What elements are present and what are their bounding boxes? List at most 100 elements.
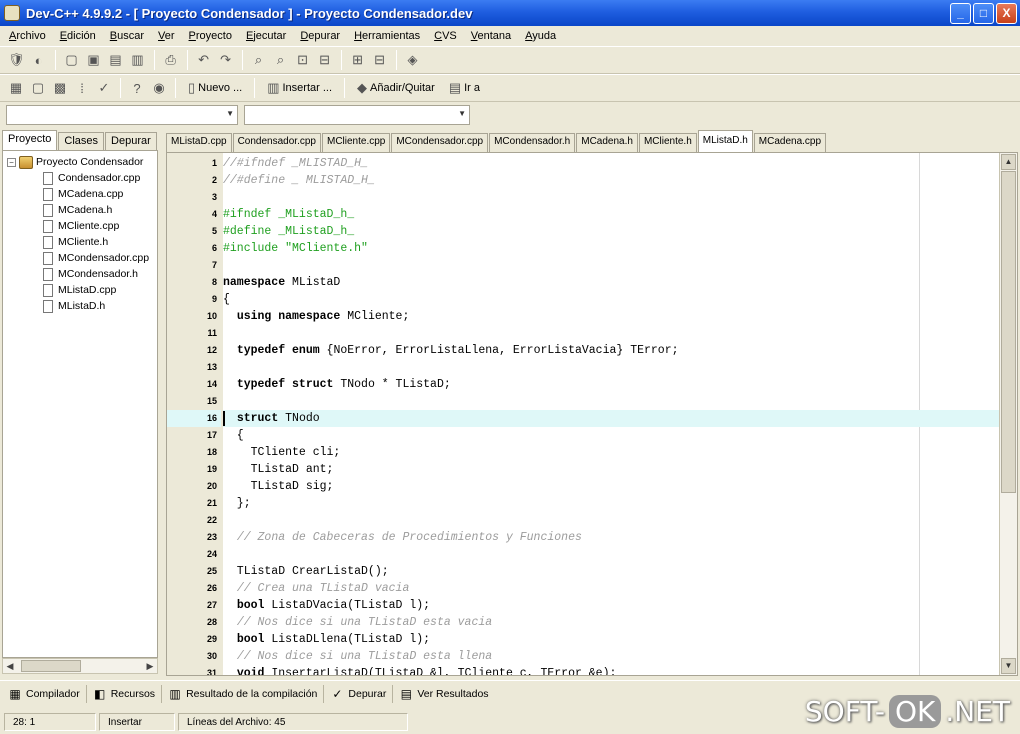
code-line[interactable]: //#ifndef _MLISTAD_H_ bbox=[223, 155, 999, 172]
menu-buscar[interactable]: Buscar bbox=[103, 30, 151, 42]
find-next-icon[interactable]: ⌕ bbox=[271, 49, 291, 71]
tree-file[interactable]: MCliente.h bbox=[3, 234, 157, 250]
code-line[interactable]: typedef enum {NoError, ErrorListaLlena, … bbox=[223, 342, 999, 359]
tree-file[interactable]: MCliente.cpp bbox=[3, 218, 157, 234]
find-icon[interactable]: ⌕ bbox=[249, 49, 269, 71]
code-area[interactable]: //#ifndef _MLISTAD_H_ //#define _ MLISTAD… bbox=[223, 153, 999, 675]
compile-icon[interactable]: ▦ bbox=[6, 77, 26, 99]
close-file-icon[interactable]: ▥ bbox=[128, 49, 148, 71]
tree-file[interactable]: MCondensador.h bbox=[3, 266, 157, 282]
code-line[interactable]: TListaD CrearListaD(); bbox=[223, 563, 999, 580]
help-icon[interactable]: ? bbox=[127, 77, 147, 99]
anadir-quitar-button[interactable]: ◆ Añadir/Quitar bbox=[351, 77, 441, 99]
tree-hscrollbar[interactable]: ◀ ▶ bbox=[2, 658, 158, 674]
menu-archivo[interactable]: Archivo bbox=[2, 30, 53, 42]
code-line[interactable]: //#define _ MLISTAD_H_ bbox=[223, 172, 999, 189]
new-file-icon[interactable]: ▢ bbox=[62, 49, 82, 71]
code-line[interactable]: bool ListaDLlena(TListaD l); bbox=[223, 631, 999, 648]
scroll-down-icon[interactable]: ▼ bbox=[1001, 658, 1016, 674]
menu-proyecto[interactable]: Proyecto bbox=[182, 30, 239, 42]
ir-a-button[interactable]: ▤ Ir a bbox=[443, 77, 486, 99]
open-project-icon[interactable]: ◐ bbox=[29, 49, 49, 71]
tree-file[interactable]: MListaD.cpp bbox=[3, 282, 157, 298]
maximize-button[interactable]: □ bbox=[973, 2, 994, 24]
menu-ayuda[interactable]: Ayuda bbox=[518, 30, 563, 42]
code-line[interactable]: }; bbox=[223, 495, 999, 512]
tab-depurar[interactable]: Depurar bbox=[105, 132, 157, 150]
code-line[interactable]: // Zona de Cabeceras de Procedimientos y… bbox=[223, 529, 999, 546]
output-tab[interactable]: ▥ Resultado de la compilación bbox=[164, 683, 321, 705]
code-line[interactable]: typedef struct TNodo * TListaD; bbox=[223, 376, 999, 393]
code-line[interactable]: using namespace MCliente; bbox=[223, 308, 999, 325]
file-tab[interactable]: MCondensador.cpp bbox=[391, 133, 489, 152]
code-line[interactable]: TListaD ant; bbox=[223, 461, 999, 478]
file-tab[interactable]: MCadena.cpp bbox=[753, 133, 827, 152]
menu-ventana[interactable]: Ventana bbox=[464, 30, 518, 42]
code-line[interactable]: // Crea una TListaD vacia bbox=[223, 580, 999, 597]
scroll-left-icon[interactable]: ◀ bbox=[3, 661, 17, 672]
menu-ver[interactable]: Ver bbox=[151, 30, 182, 42]
insertar-button[interactable]: ▥ Insertar ... bbox=[261, 77, 338, 99]
editor-vscrollbar[interactable]: ▲ ▼ bbox=[999, 153, 1017, 675]
code-line[interactable]: namespace MListaD bbox=[223, 274, 999, 291]
file-tab[interactable]: MCadena.h bbox=[576, 133, 638, 152]
project-options-icon[interactable]: ◈ bbox=[403, 49, 423, 71]
print-icon[interactable]: ⎙ bbox=[161, 49, 181, 71]
run-icon[interactable]: ▢ bbox=[28, 77, 48, 99]
code-line[interactable] bbox=[223, 359, 999, 376]
code-line[interactable] bbox=[223, 189, 999, 206]
code-line[interactable] bbox=[223, 325, 999, 342]
code-line[interactable]: #ifndef _MListaD_h_ bbox=[223, 206, 999, 223]
file-tab[interactable]: MCliente.h bbox=[638, 133, 697, 152]
close-button[interactable]: X bbox=[996, 2, 1017, 24]
code-line[interactable]: #define _MListaD_h_ bbox=[223, 223, 999, 240]
file-tab[interactable]: MCliente.cpp bbox=[321, 133, 391, 152]
scroll-up-icon[interactable]: ▲ bbox=[1001, 154, 1016, 170]
code-line[interactable] bbox=[223, 546, 999, 563]
scroll-thumb[interactable] bbox=[21, 660, 81, 672]
save-icon[interactable]: ▣ bbox=[84, 49, 104, 71]
nuevo-button[interactable]: ▯ Nuevo ... bbox=[182, 77, 248, 99]
remove-from-project-icon[interactable]: ⊟ bbox=[370, 49, 390, 71]
menu-depurar[interactable]: Depurar bbox=[293, 30, 347, 42]
tree-file[interactable]: MCadena.h bbox=[3, 202, 157, 218]
class-select[interactable]: ▼ bbox=[6, 105, 238, 125]
file-tab[interactable]: MListaD.cpp bbox=[166, 133, 232, 152]
tree-file[interactable]: MCadena.cpp bbox=[3, 186, 157, 202]
file-tab[interactable]: Condensador.cpp bbox=[232, 133, 321, 152]
code-line[interactable]: #include "MCliente.h" bbox=[223, 240, 999, 257]
code-line[interactable] bbox=[223, 512, 999, 529]
code-line[interactable]: struct TNodo bbox=[223, 410, 999, 427]
scroll-thumb[interactable] bbox=[1001, 171, 1016, 493]
minimize-button[interactable]: _ bbox=[950, 2, 971, 24]
code-line[interactable]: // Nos dice si una TListaD esta vacia bbox=[223, 614, 999, 631]
tree-file[interactable]: MListaD.h bbox=[3, 298, 157, 314]
project-icon[interactable]: 🛡 bbox=[6, 49, 27, 71]
tree-file[interactable]: MCondensador.cpp bbox=[3, 250, 157, 266]
code-line[interactable]: TCliente cli; bbox=[223, 444, 999, 461]
add-to-project-icon[interactable]: ⊞ bbox=[348, 49, 368, 71]
tab-proyecto[interactable]: Proyecto bbox=[2, 130, 58, 150]
output-tab[interactable]: ✓ Depurar bbox=[326, 683, 390, 705]
output-tab[interactable]: ◧ Recursos bbox=[89, 683, 159, 705]
code-line[interactable]: TListaD sig; bbox=[223, 478, 999, 495]
code-line[interactable]: { bbox=[223, 427, 999, 444]
file-tab[interactable]: MListaD.h bbox=[697, 130, 753, 152]
menu-ejecutar[interactable]: Ejecutar bbox=[239, 30, 293, 42]
about-icon[interactable]: ◉ bbox=[149, 77, 169, 99]
replace-icon[interactable]: ⊡ bbox=[293, 49, 313, 71]
compile-run-icon[interactable]: ▩ bbox=[50, 77, 70, 99]
tab-clases[interactable]: Clases bbox=[58, 132, 105, 150]
menu-herramientas[interactable]: Herramientas bbox=[347, 30, 427, 42]
output-tab[interactable]: ▦ Compilador bbox=[4, 683, 84, 705]
menu-cvs[interactable]: CVS bbox=[427, 30, 464, 42]
code-line[interactable]: // Nos dice si una TListaD esta llena bbox=[223, 648, 999, 665]
menu-edicion[interactable]: Edición bbox=[53, 30, 103, 42]
code-line[interactable] bbox=[223, 393, 999, 410]
code-line[interactable]: { bbox=[223, 291, 999, 308]
code-line[interactable]: bool ListaDVacia(TListaD l); bbox=[223, 597, 999, 614]
code-line[interactable]: void InsertarListaD(TListaD &l, TCliente… bbox=[223, 665, 999, 675]
redo-icon[interactable]: ↷ bbox=[216, 49, 236, 71]
code-editor[interactable]: 1 2 3 4 5 6 7 8 9 10 11 12 13 14 15 16 17 18 19 20 21 22 23 24 2… bbox=[166, 152, 1018, 676]
rebuild-icon[interactable]: ⁞ bbox=[72, 77, 92, 99]
